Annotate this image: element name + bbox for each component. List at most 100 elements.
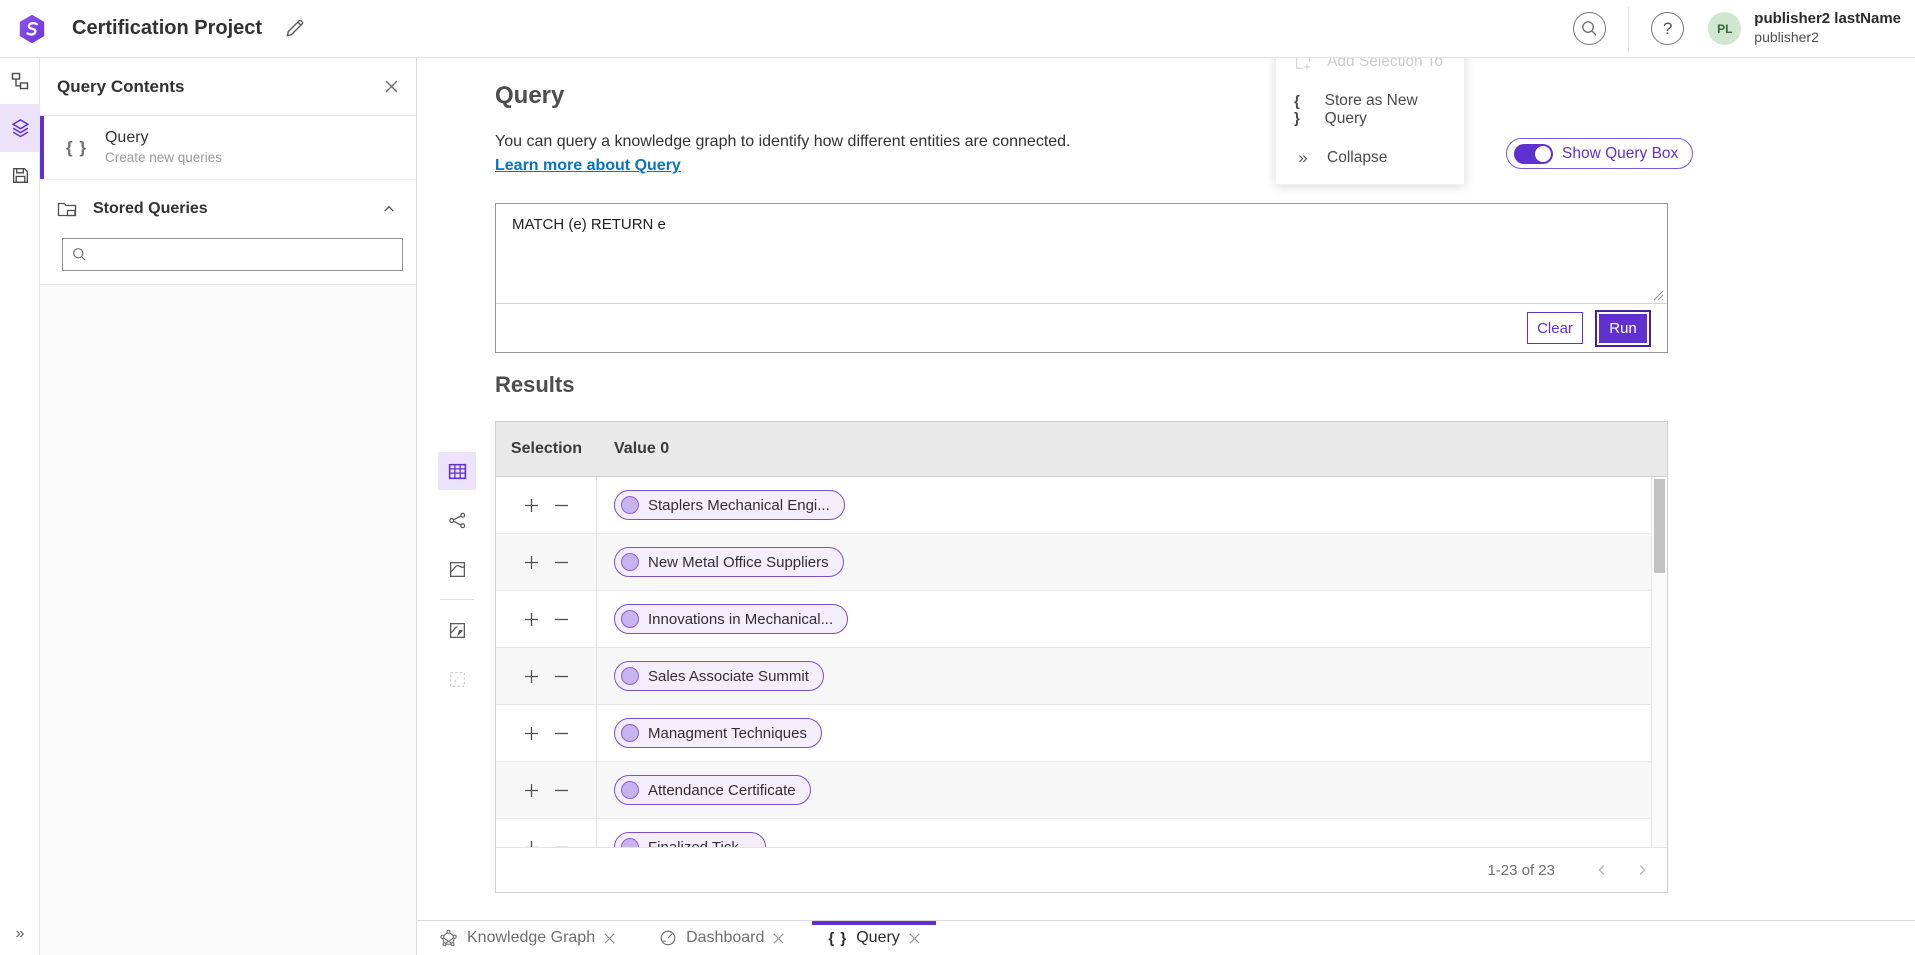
table-row: Innovations in Mechanical...	[496, 591, 1667, 648]
table-row: Sales Associate Summit	[496, 648, 1667, 705]
braces-icon: { }	[828, 930, 847, 947]
results-table-body: Staplers Mechanical Engi... New Metal Of…	[496, 477, 1667, 847]
entity-pill[interactable]: Finalized Tick...	[614, 832, 766, 847]
entity-dot-icon	[621, 610, 639, 628]
value-cell: Managment Techniques	[597, 718, 822, 748]
add-to-selection-button[interactable]	[523, 668, 540, 685]
view-table-button[interactable]	[438, 452, 476, 490]
entity-pill[interactable]: Managment Techniques	[614, 718, 822, 748]
scrollbar-thumb[interactable]	[1654, 479, 1665, 573]
rail-save-button[interactable]	[0, 152, 40, 198]
minus-icon	[555, 613, 568, 626]
remove-from-selection-button[interactable]	[553, 554, 570, 571]
rail-link-chart-button[interactable]	[0, 58, 40, 104]
add-to-selection-button[interactable]	[523, 725, 540, 742]
remove-from-selection-button[interactable]	[553, 839, 570, 848]
entity-pill[interactable]: Attendance Certificate	[614, 775, 811, 805]
entity-dot-icon	[621, 496, 639, 514]
search-icon	[72, 247, 87, 262]
entity-pill[interactable]: Innovations in Mechanical...	[614, 604, 848, 634]
panel-close-button[interactable]	[385, 80, 398, 93]
view-link-chart-button[interactable]	[438, 501, 476, 539]
toggle-switch-icon	[1514, 144, 1553, 164]
entity-pill[interactable]: Staplers Mechanical Engi...	[614, 490, 845, 520]
remove-from-selection-button[interactable]	[553, 497, 570, 514]
remove-from-selection-button[interactable]	[553, 611, 570, 628]
table-scrollbar[interactable]	[1651, 477, 1667, 847]
entity-pill[interactable]: Sales Associate Summit	[614, 661, 824, 691]
column-header-selection: Selection	[496, 440, 597, 458]
selection-cell	[496, 591, 597, 647]
add-to-selection-button[interactable]	[523, 782, 540, 799]
learn-more-link[interactable]: Learn more about Query	[495, 157, 681, 175]
show-query-box-toggle[interactable]: Show Query Box	[1506, 138, 1693, 169]
resize-handle-icon[interactable]	[1653, 290, 1664, 301]
add-to-selection-button[interactable]	[523, 611, 540, 628]
edit-title-button[interactable]	[284, 18, 305, 39]
tab-query[interactable]: { } Query	[812, 921, 935, 955]
entity-label: Sales Associate Summit	[648, 668, 809, 685]
link-chart-icon	[10, 71, 30, 91]
close-icon	[385, 80, 398, 93]
table-row: Managment Techniques	[496, 705, 1667, 762]
add-to-selection-button[interactable]	[523, 839, 540, 848]
stored-queries-header[interactable]: Stored Queries	[40, 190, 416, 228]
tab-close-button[interactable]	[909, 933, 920, 944]
prev-page-button[interactable]	[1587, 859, 1617, 881]
user-block[interactable]: publisher2 lastName publisher2	[1754, 10, 1901, 46]
query-textarea[interactable]: MATCH (e) RETURN e	[496, 204, 1667, 304]
chevron-left-icon	[1595, 863, 1609, 877]
panel-header: Query Contents	[40, 58, 416, 116]
topbar-divider	[1628, 7, 1629, 51]
avatar[interactable]: PL	[1708, 12, 1741, 45]
user-name: publisher2 lastName	[1754, 10, 1901, 29]
view-map-button[interactable]	[438, 550, 476, 588]
selection-cell	[496, 477, 597, 533]
panel-query-item[interactable]: { } Query Create new queries	[40, 116, 416, 180]
remove-from-selection-button[interactable]	[553, 725, 570, 742]
value-cell: New Metal Office Suppliers	[597, 547, 844, 577]
close-icon	[773, 933, 784, 944]
rail-contents-button[interactable]	[0, 104, 40, 152]
menu-item-collapse[interactable]: » Collapse	[1276, 134, 1464, 182]
tab-dashboard[interactable]: Dashboard	[643, 921, 800, 955]
value-cell: Finalized Tick...	[597, 832, 766, 847]
bottom-tab-bar: Knowledge Graph Dashboard { } Query	[417, 920, 1915, 955]
entity-pill[interactable]: New Metal Office Suppliers	[614, 547, 844, 577]
query-box: MATCH (e) RETURN e Clear Run	[495, 203, 1668, 353]
table-row: New Metal Office Suppliers	[496, 534, 1667, 591]
query-heading: Query	[495, 82, 564, 110]
expand-panel-button[interactable]: »	[0, 921, 40, 947]
pencil-icon	[284, 18, 305, 39]
search-button[interactable]	[1573, 12, 1606, 45]
tab-close-button[interactable]	[604, 933, 615, 944]
tab-knowledge-graph[interactable]: Knowledge Graph	[423, 921, 631, 955]
help-button[interactable]: ?	[1651, 12, 1684, 45]
menu-item-label: Store as New Query	[1325, 92, 1446, 128]
add-to-selection-button[interactable]	[523, 497, 540, 514]
panel-empty-area	[40, 284, 416, 955]
add-to-selection-button[interactable]	[523, 554, 540, 571]
remove-from-selection-button[interactable]	[553, 782, 570, 799]
tab-label: Knowledge Graph	[467, 929, 595, 947]
dashed-map-icon	[448, 670, 467, 689]
app-logo-icon[interactable]	[16, 13, 48, 45]
table-icon	[447, 461, 468, 482]
double-chevron-right-icon: »	[1294, 148, 1312, 168]
column-header-value0: Value 0	[597, 440, 669, 458]
entity-label: Managment Techniques	[648, 725, 807, 742]
table-row: Finalized Tick...	[496, 819, 1667, 847]
query-item-subtitle: Create new queries	[105, 149, 222, 167]
minus-icon	[555, 556, 568, 569]
topbar-actions: ? PL publisher2 lastName publisher2	[1573, 7, 1901, 51]
stored-queries-search-input[interactable]	[95, 239, 402, 270]
view-add-to-map-button[interactable]	[438, 611, 476, 649]
minus-icon	[555, 499, 568, 512]
tab-close-button[interactable]	[773, 933, 784, 944]
remove-from-selection-button[interactable]	[553, 668, 570, 685]
topbar: Certification Project ? PL publisher2 la…	[0, 0, 1915, 58]
next-page-button[interactable]	[1627, 859, 1657, 881]
run-button[interactable]: Run	[1595, 310, 1651, 347]
menu-item-store-as-new-query[interactable]: { } Store as New Query	[1276, 86, 1464, 134]
clear-button[interactable]: Clear	[1527, 312, 1583, 344]
